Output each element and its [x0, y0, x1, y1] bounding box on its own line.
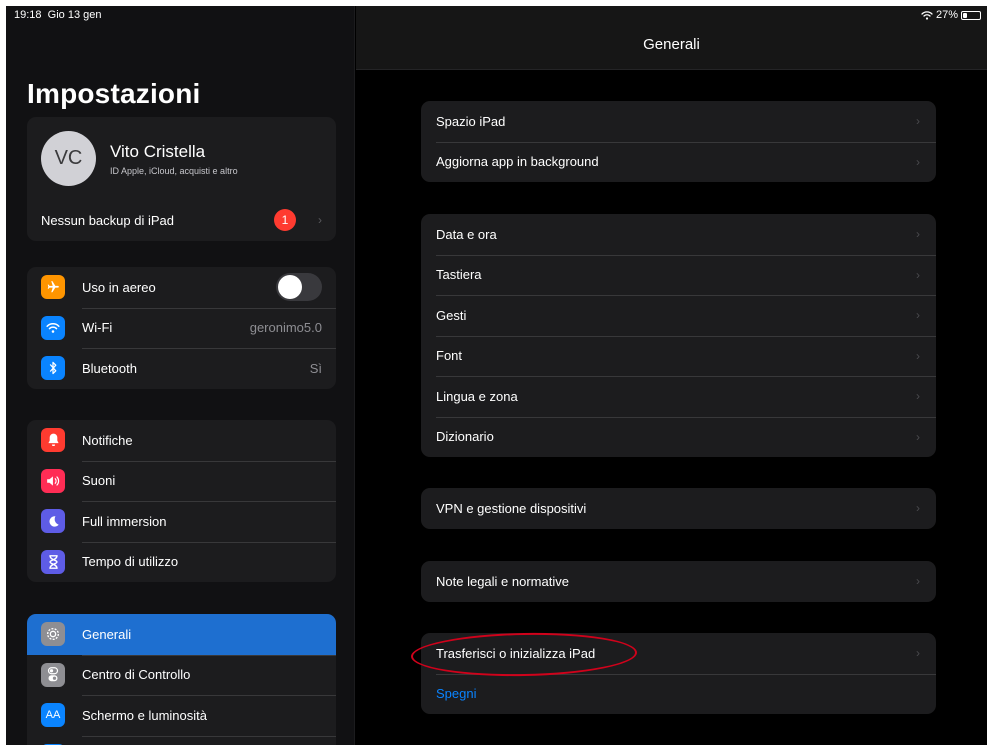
row-keyboard[interactable]: Tastiera › [421, 254, 936, 296]
sidebar-item-label: Tempo di utilizzo [82, 554, 179, 570]
chevron-right-icon: › [916, 308, 920, 323]
row-gestures[interactable]: Gesti › [421, 295, 936, 336]
row-label: VPN e gestione dispositivi [436, 500, 587, 516]
speaker-icon [41, 468, 65, 493]
system-group: Generali Centro di Controllo AA Schermo … [27, 614, 336, 745]
backup-row[interactable]: Nessun backup di iPad 1 › [27, 200, 336, 241]
backup-label: Nessun backup di iPad [41, 212, 174, 228]
sidebar-item-airplane-mode[interactable]: Uso in aereo [27, 267, 336, 308]
sidebar-item-sounds[interactable]: Suoni [27, 460, 336, 502]
bluetooth-value: Sì [309, 360, 322, 376]
sidebar-item-general[interactable]: Generali [27, 614, 336, 655]
row-label: Lingua e zona [436, 388, 518, 404]
sidebar-item-control-center[interactable]: Centro di Controllo [27, 654, 336, 696]
row-label: Data e ora [436, 226, 497, 242]
chevron-right-icon: › [916, 646, 920, 661]
chevron-right-icon: › [916, 154, 920, 169]
sidebar-item-label: Suoni [82, 473, 116, 489]
storage-group: Spazio iPad › Aggiorna app in background › [421, 101, 936, 182]
row-label: Spazio iPad [436, 113, 506, 129]
battery-percent: 27% [935, 9, 958, 21]
chevron-right-icon: › [916, 574, 920, 589]
legal-group: Note legali e normative › [421, 561, 936, 602]
vpn-group: VPN e gestione dispositivi › [421, 488, 936, 529]
sidebar-item-bluetooth[interactable]: Bluetooth Sì [27, 348, 336, 389]
row-label: Dizionario [436, 429, 494, 445]
wifi-network-value: geronimo5.0 [249, 320, 322, 336]
page-title: Generali [643, 36, 700, 53]
status-clock: 19:18 [14, 9, 42, 21]
row-language-region[interactable]: Lingua e zona › [421, 376, 936, 417]
sidebar-item-label: Bluetooth [82, 360, 137, 376]
airplane-mode-toggle[interactable] [276, 273, 322, 301]
chevron-right-icon: › [916, 429, 920, 444]
wifi-icon [41, 315, 65, 340]
row-background-refresh[interactable]: Aggiorna app in background › [421, 141, 936, 183]
backup-badge: 1 [274, 209, 296, 231]
hourglass-icon [41, 549, 65, 574]
row-label: Spegni [436, 686, 477, 702]
profile-subtitle: ID Apple, iCloud, acquisti e altro [110, 165, 238, 176]
chevron-right-icon: › [916, 227, 920, 242]
sidebar-item-label: Schermo e luminosità [82, 707, 207, 723]
chevron-right-icon: › [916, 267, 920, 282]
row-label: Aggiorna app in background [436, 154, 599, 170]
sidebar-item-label: Full immersion [82, 513, 167, 529]
row-label: Gesti [436, 307, 467, 323]
wifi-status-icon [921, 10, 933, 20]
status-date: Gio 13 gen [47, 9, 102, 21]
moon-icon [41, 509, 65, 533]
status-indicators: 27% [921, 9, 981, 21]
sidebar-item-label: Generali [82, 626, 132, 642]
sidebar-item-screen-time[interactable]: Tempo di utilizzo [27, 541, 336, 583]
row-label: Note legali e normative [436, 573, 569, 589]
chevron-right-icon: › [318, 213, 322, 228]
switches-icon [41, 662, 65, 687]
status-time: 19:18 Gio 13 gen [14, 9, 101, 21]
bell-icon [41, 428, 65, 452]
profile-group: VC Vito Cristella ID Apple, iCloud, acqu… [27, 117, 336, 241]
sidebar-item-next[interactable] [27, 735, 336, 745]
shutdown-button[interactable]: Spegni [421, 673, 936, 715]
row-label: Font [436, 348, 463, 364]
preferences-group: Data e ora › Tastiera › Gesti › Font › Lingu… [421, 214, 936, 457]
settings-sidebar: Impostazioni VC Vito Cristella ID Apple,… [6, 6, 355, 745]
chevron-right-icon: › [916, 348, 920, 363]
avatar: VC [41, 131, 96, 186]
battery-icon [961, 10, 981, 20]
airplane-icon [41, 275, 65, 299]
row-dictionary[interactable]: Dizionario › [421, 416, 936, 458]
general-pane: Generali Spazio iPad › Aggiorna app in ba… [356, 6, 987, 745]
ipad-screen: Impostazioni VC Vito Cristella ID Apple,… [6, 6, 987, 745]
row-vpn-device-management[interactable]: VPN e gestione dispositivi › [421, 488, 936, 529]
sidebar-item-wifi[interactable]: Wi-Fi geronimo5.0 [27, 307, 336, 349]
chevron-right-icon: › [916, 114, 920, 129]
sidebar-item-label: Uso in aereo [82, 279, 156, 295]
gear-icon [41, 622, 65, 646]
connectivity-group: Uso in aereo Wi-Fi geronimo5.0 Bluetooth… [27, 267, 336, 389]
row-fonts[interactable]: Font › [421, 335, 936, 377]
bluetooth-icon [41, 356, 65, 380]
row-legal[interactable]: Note legali e normative › [421, 561, 936, 602]
sidebar-item-label: Wi-Fi [82, 320, 113, 336]
sidebar-item-label: Centro di Controllo [82, 667, 191, 683]
apple-id-row[interactable]: VC Vito Cristella ID Apple, iCloud, acqu… [27, 117, 336, 200]
chevron-right-icon: › [916, 389, 920, 404]
sidebar-title: Impostazioni [27, 78, 201, 109]
row-ipad-storage[interactable]: Spazio iPad › [421, 101, 936, 142]
sidebar-item-notifications[interactable]: Notifiche [27, 420, 336, 461]
sidebar-item-focus[interactable]: Full immersion [27, 501, 336, 542]
sidebar-item-label: Notifiche [82, 432, 133, 448]
sidebar-item-display[interactable]: AA Schermo e luminosità [27, 695, 336, 736]
row-label: Tastiera [436, 267, 482, 283]
chevron-right-icon: › [916, 501, 920, 516]
notifications-group: Notifiche Suoni Full immersion Tempo di … [27, 420, 336, 582]
navigation-bar: Generali [356, 6, 987, 70]
text-size-icon: AA [41, 703, 65, 727]
row-date-time[interactable]: Data e ora › [421, 214, 936, 255]
profile-name: Vito Cristella [110, 141, 206, 161]
